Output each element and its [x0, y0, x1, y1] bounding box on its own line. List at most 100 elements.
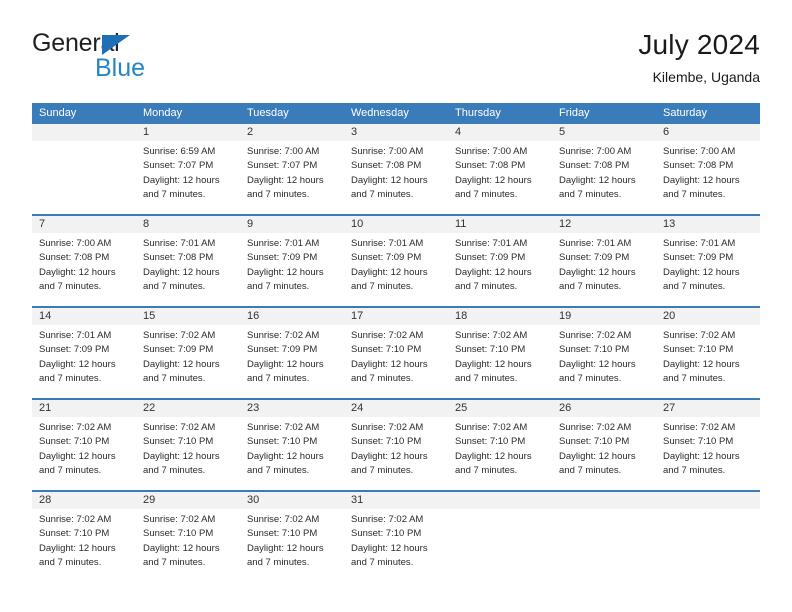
daylight-text-cont: and 7 minutes. [247, 372, 310, 384]
day-details: Sunrise: 7:01 AM Sunset: 7:09 PM Daylight:… [552, 233, 656, 294]
daylight-text: Daylight: 12 hours [39, 542, 116, 554]
daylight-text-cont: and 7 minutes. [455, 280, 518, 292]
day-number: 5 [559, 126, 566, 138]
day-cell-4[interactable]: 4 Sunrise: 7:00 AM Sunset: 7:08 PM Daylight… [448, 124, 552, 214]
day-cell-14[interactable]: 14 Sunrise: 7:01 AM Sunset: 7:09 PM Dayligh… [32, 308, 136, 398]
day-cell-29[interactable]: 29 Sunrise: 7:02 AM Sunset: 7:10 PM Dayligh… [136, 492, 240, 582]
day-number-band: 26 [552, 400, 656, 417]
weekday-header-monday: Monday [143, 107, 183, 119]
day-details: Sunrise: 7:00 AM Sunset: 7:07 PM Daylight:… [240, 141, 344, 202]
day-cell-25[interactable]: 25 Sunrise: 7:02 AM Sunset: 7:10 PM Dayligh… [448, 400, 552, 490]
day-details: Sunrise: 6:59 AM Sunset: 7:07 PM Daylight:… [136, 141, 240, 202]
day-number: 24 [351, 402, 364, 414]
sunrise-text: Sunrise: 7:02 AM [143, 514, 216, 525]
sunset-text: Sunset: 7:09 PM [143, 344, 214, 356]
day-number-band: 12 [552, 216, 656, 233]
day-cell-empty [656, 492, 760, 582]
day-cell-30[interactable]: 30 Sunrise: 7:02 AM Sunset: 7:10 PM Dayligh… [240, 492, 344, 582]
daylight-text: Daylight: 12 hours [559, 358, 636, 370]
day-details: Sunrise: 7:02 AM Sunset: 7:10 PM Daylight:… [240, 417, 344, 478]
daylight-text-cont: and 7 minutes. [351, 280, 414, 292]
day-number-band: 27 [656, 400, 760, 417]
day-cell-19[interactable]: 19 Sunrise: 7:02 AM Sunset: 7:10 PM Dayligh… [552, 308, 656, 398]
day-cell-9[interactable]: 9 Sunrise: 7:01 AM Sunset: 7:09 PM Daylight… [240, 216, 344, 306]
day-cell-2[interactable]: 2 Sunrise: 7:00 AM Sunset: 7:07 PM Daylight… [240, 124, 344, 214]
sunrise-text: Sunrise: 7:02 AM [247, 330, 320, 341]
day-number: 22 [143, 402, 156, 414]
day-cell-12[interactable]: 12 Sunrise: 7:01 AM Sunset: 7:09 PM Dayligh… [552, 216, 656, 306]
day-cell-28[interactable]: 28 Sunrise: 7:02 AM Sunset: 7:10 PM Dayligh… [32, 492, 136, 582]
sunrise-text: Sunrise: 7:01 AM [39, 330, 112, 341]
day-number: 9 [247, 218, 254, 230]
day-cell-26[interactable]: 26 Sunrise: 7:02 AM Sunset: 7:10 PM Dayligh… [552, 400, 656, 490]
day-cell-1[interactable]: 1 Sunrise: 6:59 AM Sunset: 7:07 PM Daylight… [136, 124, 240, 214]
day-cell-16[interactable]: 16 Sunrise: 7:02 AM Sunset: 7:09 PM Dayligh… [240, 308, 344, 398]
day-number: 17 [351, 310, 364, 322]
day-cell-6[interactable]: 6 Sunrise: 7:00 AM Sunset: 7:08 PM Daylight… [656, 124, 760, 214]
daylight-text-cont: and 7 minutes. [143, 280, 206, 292]
day-number-band: 17 [344, 308, 448, 325]
day-cell-3[interactable]: 3 Sunrise: 7:00 AM Sunset: 7:08 PM Daylight… [344, 124, 448, 214]
day-cell-13[interactable]: 13 Sunrise: 7:01 AM Sunset: 7:09 PM Dayligh… [656, 216, 760, 306]
day-cell-8[interactable]: 8 Sunrise: 7:01 AM Sunset: 7:08 PM Daylight… [136, 216, 240, 306]
daylight-text-cont: and 7 minutes. [143, 556, 206, 568]
day-details: Sunrise: 7:02 AM Sunset: 7:10 PM Daylight:… [240, 509, 344, 570]
sunset-text: Sunset: 7:10 PM [247, 528, 318, 540]
day-number-band: 31 [344, 492, 448, 509]
day-cell-11[interactable]: 11 Sunrise: 7:01 AM Sunset: 7:09 PM Dayligh… [448, 216, 552, 306]
day-number: 1 [143, 126, 150, 138]
daylight-text-cont: and 7 minutes. [39, 556, 102, 568]
sunrise-text: Sunrise: 7:01 AM [559, 238, 632, 249]
day-number: 21 [39, 402, 52, 414]
day-number-band: 6 [656, 124, 760, 141]
title-block: July 2024 Kilembe, Uganda [638, 28, 760, 88]
day-details: Sunrise: 7:01 AM Sunset: 7:09 PM Daylight:… [448, 233, 552, 294]
calendar-weeks: 1 Sunrise: 6:59 AM Sunset: 7:07 PM Daylight… [32, 124, 760, 582]
calendar-week-row: 28 Sunrise: 7:02 AM Sunset: 7:10 PM Dayligh… [32, 490, 760, 582]
day-cell-22[interactable]: 22 Sunrise: 7:02 AM Sunset: 7:10 PM Dayligh… [136, 400, 240, 490]
day-cell-24[interactable]: 24 Sunrise: 7:02 AM Sunset: 7:10 PM Dayligh… [344, 400, 448, 490]
calendar-week-row: 21 Sunrise: 7:02 AM Sunset: 7:10 PM Dayligh… [32, 398, 760, 490]
day-number-band [656, 492, 760, 509]
day-cell-18[interactable]: 18 Sunrise: 7:02 AM Sunset: 7:10 PM Dayligh… [448, 308, 552, 398]
sunrise-text: Sunrise: 7:02 AM [559, 330, 632, 341]
day-number: 26 [559, 402, 572, 414]
daylight-text: Daylight: 12 hours [39, 266, 116, 278]
day-details: Sunrise: 7:01 AM Sunset: 7:09 PM Daylight:… [32, 325, 136, 386]
day-details: Sunrise: 7:00 AM Sunset: 7:08 PM Daylight:… [32, 233, 136, 294]
sunrise-text: Sunrise: 7:02 AM [39, 514, 112, 525]
day-cell-7[interactable]: 7 Sunrise: 7:00 AM Sunset: 7:08 PM Daylight… [32, 216, 136, 306]
day-cell-20[interactable]: 20 Sunrise: 7:02 AM Sunset: 7:10 PM Dayligh… [656, 308, 760, 398]
day-cell-5[interactable]: 5 Sunrise: 7:00 AM Sunset: 7:08 PM Daylight… [552, 124, 656, 214]
daylight-text-cont: and 7 minutes. [143, 372, 206, 384]
sunset-text: Sunset: 7:10 PM [351, 528, 422, 540]
day-cell-23[interactable]: 23 Sunrise: 7:02 AM Sunset: 7:10 PM Dayligh… [240, 400, 344, 490]
day-cell-31[interactable]: 31 Sunrise: 7:02 AM Sunset: 7:10 PM Dayligh… [344, 492, 448, 582]
calendar-grid: Sunday Monday Tuesday Wednesday Thursday Frid… [32, 103, 760, 582]
daylight-text-cont: and 7 minutes. [559, 188, 622, 200]
day-number-band: 9 [240, 216, 344, 233]
page-header: General Blue July 2024 Kilembe, Uganda [32, 28, 760, 92]
general-blue-logo[interactable]: General Blue [32, 28, 252, 88]
day-details [32, 141, 136, 145]
daylight-text: Daylight: 12 hours [247, 174, 324, 186]
day-number-band: 4 [448, 124, 552, 141]
daylight-text-cont: and 7 minutes. [247, 280, 310, 292]
daylight-text: Daylight: 12 hours [247, 266, 324, 278]
sunset-text: Sunset: 7:10 PM [143, 528, 214, 540]
day-cell-21[interactable]: 21 Sunrise: 7:02 AM Sunset: 7:10 PM Dayligh… [32, 400, 136, 490]
day-cell-15[interactable]: 15 Sunrise: 7:02 AM Sunset: 7:09 PM Dayligh… [136, 308, 240, 398]
day-cell-17[interactable]: 17 Sunrise: 7:02 AM Sunset: 7:10 PM Dayligh… [344, 308, 448, 398]
day-cell-10[interactable]: 10 Sunrise: 7:01 AM Sunset: 7:09 PM Dayligh… [344, 216, 448, 306]
daylight-text: Daylight: 12 hours [247, 542, 324, 554]
page-title: July 2024 [638, 29, 760, 60]
daylight-text: Daylight: 12 hours [351, 174, 428, 186]
calendar-week-row: 7 Sunrise: 7:00 AM Sunset: 7:08 PM Daylight… [32, 214, 760, 306]
day-details: Sunrise: 7:02 AM Sunset: 7:10 PM Daylight:… [344, 417, 448, 478]
weekday-header-friday: Friday [559, 107, 590, 119]
daylight-text-cont: and 7 minutes. [559, 372, 622, 384]
day-number-band: 16 [240, 308, 344, 325]
day-cell-27[interactable]: 27 Sunrise: 7:02 AM Sunset: 7:10 PM Dayligh… [656, 400, 760, 490]
daylight-text: Daylight: 12 hours [351, 542, 428, 554]
sunrise-text: Sunrise: 7:00 AM [247, 146, 320, 157]
